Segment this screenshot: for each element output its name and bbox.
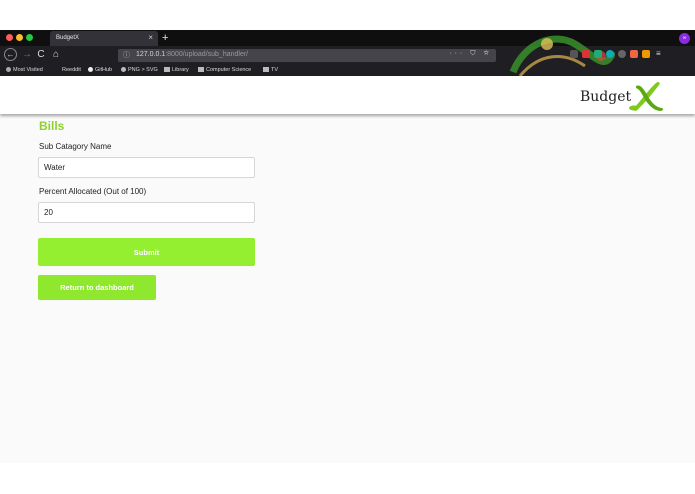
bookmark-label: TV [271,67,279,73]
url-actions-icon[interactable]: ··· ⛉ ☆ [449,50,492,58]
percent-allocated-input[interactable] [38,202,255,223]
tab-budgetx[interactable]: BudgetX × [50,31,158,46]
shield-icon[interactable] [630,50,638,58]
folder-icon [263,67,269,72]
close-tab-icon[interactable]: × [148,33,153,42]
new-tab-button[interactable]: + [162,30,168,46]
sub-category-input[interactable] [38,157,255,178]
app-header: Budget [0,76,695,114]
profile-icon[interactable]: ∞ [679,33,690,44]
bookmark-label: Most Visited [13,67,43,73]
url-bar[interactable]: ⓘ 127.0.0.1:8000/upload/sub_handler/ ···… [118,49,496,62]
percent-allocated-label: Percent Allocated (Out of 100) [39,187,147,196]
home-button[interactable]: ⌂ [50,48,62,62]
submit-button[interactable]: Submit [38,238,255,266]
url-path: /upload/sub_handler/ [182,51,249,58]
bookmark-github[interactable]: GitHub [88,67,112,73]
gear-icon [6,67,11,72]
bottom-margin [0,463,695,494]
back-button[interactable]: ← [4,48,17,61]
bookmark-tv[interactable]: TV [263,67,278,73]
brand-x-logo-icon [629,81,664,111]
bookmark-label: Computer Science [206,67,252,73]
folder-icon [164,67,170,72]
minimize-window-button[interactable] [16,34,23,41]
reader-icon[interactable] [570,50,578,58]
bookmark-computer-science[interactable]: Computer Science [198,67,251,73]
maximize-window-button[interactable] [26,34,33,41]
bookmark-label: PNG > SVG [128,67,158,73]
top-margin [0,0,695,30]
close-window-button[interactable] [6,34,13,41]
bookmark-label: Reeddit [62,67,81,73]
bookmark-most-visited[interactable]: Most Visited [6,67,43,73]
extension-icon[interactable] [594,50,602,58]
brand-name: Budget [580,89,632,105]
bookmarks-bar: Most Visited Reeddit GitHub PNG > SVG Li… [0,64,695,76]
forward-button[interactable]: → [21,48,33,62]
browser-chrome: BudgetX × + ∞ ← → C ⌂ ⓘ 127.0.0.1:8000/u… [0,30,695,76]
privacy-icon[interactable] [618,50,626,58]
bookmark-png-svg[interactable]: PNG > SVG [121,67,158,73]
github-icon [88,67,93,72]
bookmark-library[interactable]: Library [164,67,189,73]
bookmark-reeddit[interactable]: Reeddit [62,67,81,73]
return-to-dashboard-button[interactable]: Return to dashboard [38,275,156,300]
sync-icon[interactable] [606,50,614,58]
reload-button[interactable]: C [35,48,47,62]
page-title: Bills [39,119,65,133]
tab-title: BudgetX [56,35,80,41]
adblock-icon[interactable] [582,50,590,58]
page-content: Budget Bills Sub Catagory Name Percent A… [0,76,695,463]
url-host: 127.0.0.1 [136,51,166,58]
sub-category-label: Sub Catagory Name [39,142,112,151]
bookmark-label: Library [172,67,189,73]
folder-icon [198,67,204,72]
site-info-icon[interactable]: ⓘ [123,50,130,60]
menu-icon[interactable]: ≡ [656,50,664,58]
flame-icon[interactable] [642,50,650,58]
bookmark-label: GitHub [95,67,113,73]
globe-icon [121,67,126,72]
url-text: 127.0.0.1:8000/upload/sub_handler/ [136,51,248,58]
url-port: :8000 [165,51,183,58]
